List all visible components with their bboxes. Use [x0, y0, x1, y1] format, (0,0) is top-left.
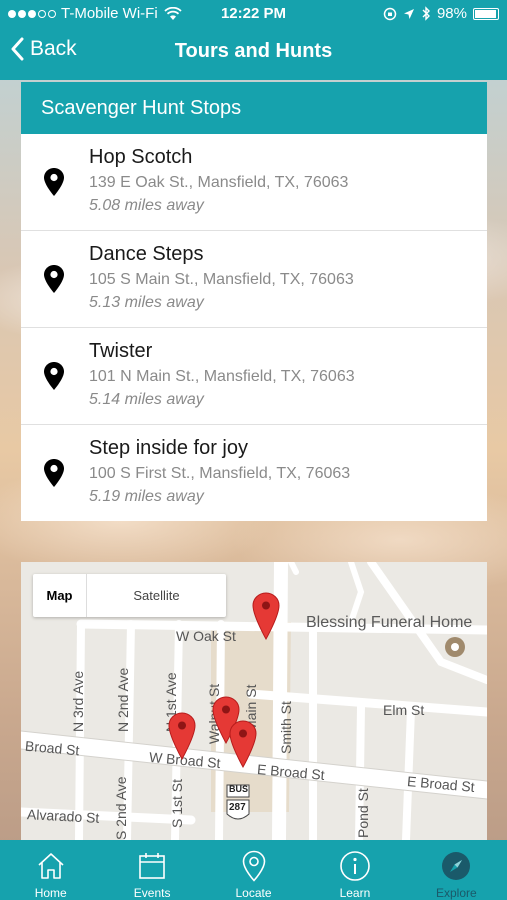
map-mode-button[interactable]: Map: [33, 574, 87, 617]
app-header: T-Mobile Wi-Fi 12:22 PM 98% Back Tours a…: [0, 0, 507, 80]
map-marker[interactable]: [252, 592, 280, 640]
street-label: W Oak St: [176, 628, 236, 644]
satellite-mode-button[interactable]: Satellite: [87, 574, 226, 617]
location-pin-icon: [44, 168, 64, 196]
street-label: Elm St: [383, 702, 425, 718]
tab-learn[interactable]: Learn: [304, 840, 405, 900]
tab-home[interactable]: Home: [0, 840, 101, 900]
location-pin-icon: [44, 362, 64, 390]
street-label: Smith St: [278, 701, 294, 754]
tab-events[interactable]: Events: [101, 840, 202, 900]
stop-distance: 5.19 miles away: [89, 488, 204, 505]
status-right: 98%: [383, 5, 499, 22]
location-arrow-icon: [403, 8, 414, 19]
stop-distance: 5.14 miles away: [89, 391, 204, 408]
location-pin-icon: [44, 459, 64, 487]
street-label: S 2nd Ave: [113, 776, 129, 840]
map-marker[interactable]: [168, 712, 196, 760]
stop-name: Dance Steps: [89, 243, 204, 265]
street-label: Pond St: [355, 788, 371, 838]
hunt-stops-card: Scavenger Hunt Stops Hop Scotch 139 E Oa…: [21, 82, 487, 521]
chevron-left-icon: [11, 37, 24, 61]
poi-label[interactable]: Blessing Funeral Home: [306, 614, 472, 632]
stop-item[interactable]: Step inside for joy 100 S First St., Man…: [21, 425, 487, 522]
stop-item[interactable]: Twister 101 N Main St., Mansfield, TX, 7…: [21, 328, 487, 425]
location-pin-icon: [242, 850, 265, 882]
tab-label: Explore: [435, 886, 477, 900]
battery-icon: [473, 7, 499, 20]
tab-label: Home: [34, 886, 67, 900]
tab-bar: Home Events Locate Learn Explore: [0, 840, 507, 900]
stop-address: 105 S Main St., Mansfield, TX, 76063: [89, 271, 354, 288]
home-icon: [38, 853, 64, 879]
stop-item[interactable]: Dance Steps 105 S Main St., Mansfield, T…: [21, 231, 487, 328]
stop-address: 100 S First St., Mansfield, TX, 76063: [89, 465, 351, 482]
info-icon: [340, 851, 370, 881]
map-type-toggle: Map Satellite: [33, 574, 226, 617]
back-label: Back: [30, 37, 77, 60]
stop-distance: 5.13 miles away: [89, 294, 204, 311]
street-label: S 1st St: [169, 778, 185, 828]
tab-locate[interactable]: Locate: [203, 840, 304, 900]
stop-name: Step inside for joy: [89, 437, 248, 459]
stop-address: 101 N Main St., Mansfield, TX, 76063: [89, 368, 355, 385]
stop-distance: 5.08 miles away: [89, 197, 204, 214]
tab-label: Learn: [339, 886, 371, 900]
compass-icon: [442, 852, 471, 880]
stop-name: Twister: [89, 340, 153, 362]
map-marker[interactable]: [229, 720, 257, 768]
status-bar: T-Mobile Wi-Fi 12:22 PM 98%: [0, 0, 507, 28]
rotation-lock-icon: [383, 7, 397, 20]
tab-explore[interactable]: Explore: [406, 840, 507, 900]
street-label: N 3rd Ave: [70, 670, 86, 732]
street-label: N 2nd Ave: [115, 667, 131, 732]
bluetooth-icon: [422, 6, 430, 21]
back-button[interactable]: Back: [10, 37, 77, 61]
tab-label: Locate: [235, 886, 272, 900]
card-title: Scavenger Hunt Stops: [21, 82, 487, 134]
stop-item[interactable]: Hop Scotch 139 E Oak St., Mansfield, TX,…: [21, 134, 487, 231]
stop-name: Hop Scotch: [89, 146, 193, 168]
route-shield-label: 287: [229, 802, 246, 813]
calendar-icon: [139, 853, 165, 879]
map-view[interactable]: Map Satellite Blessing Funeral Home W Oa…: [21, 562, 487, 840]
battery-percent: 98%: [436, 5, 467, 22]
stop-address: 139 E Oak St., Mansfield, TX, 76063: [89, 174, 349, 191]
location-pin-icon: [44, 265, 64, 293]
tab-label: Events: [133, 886, 171, 900]
bus-route-label: BUS: [229, 784, 249, 794]
